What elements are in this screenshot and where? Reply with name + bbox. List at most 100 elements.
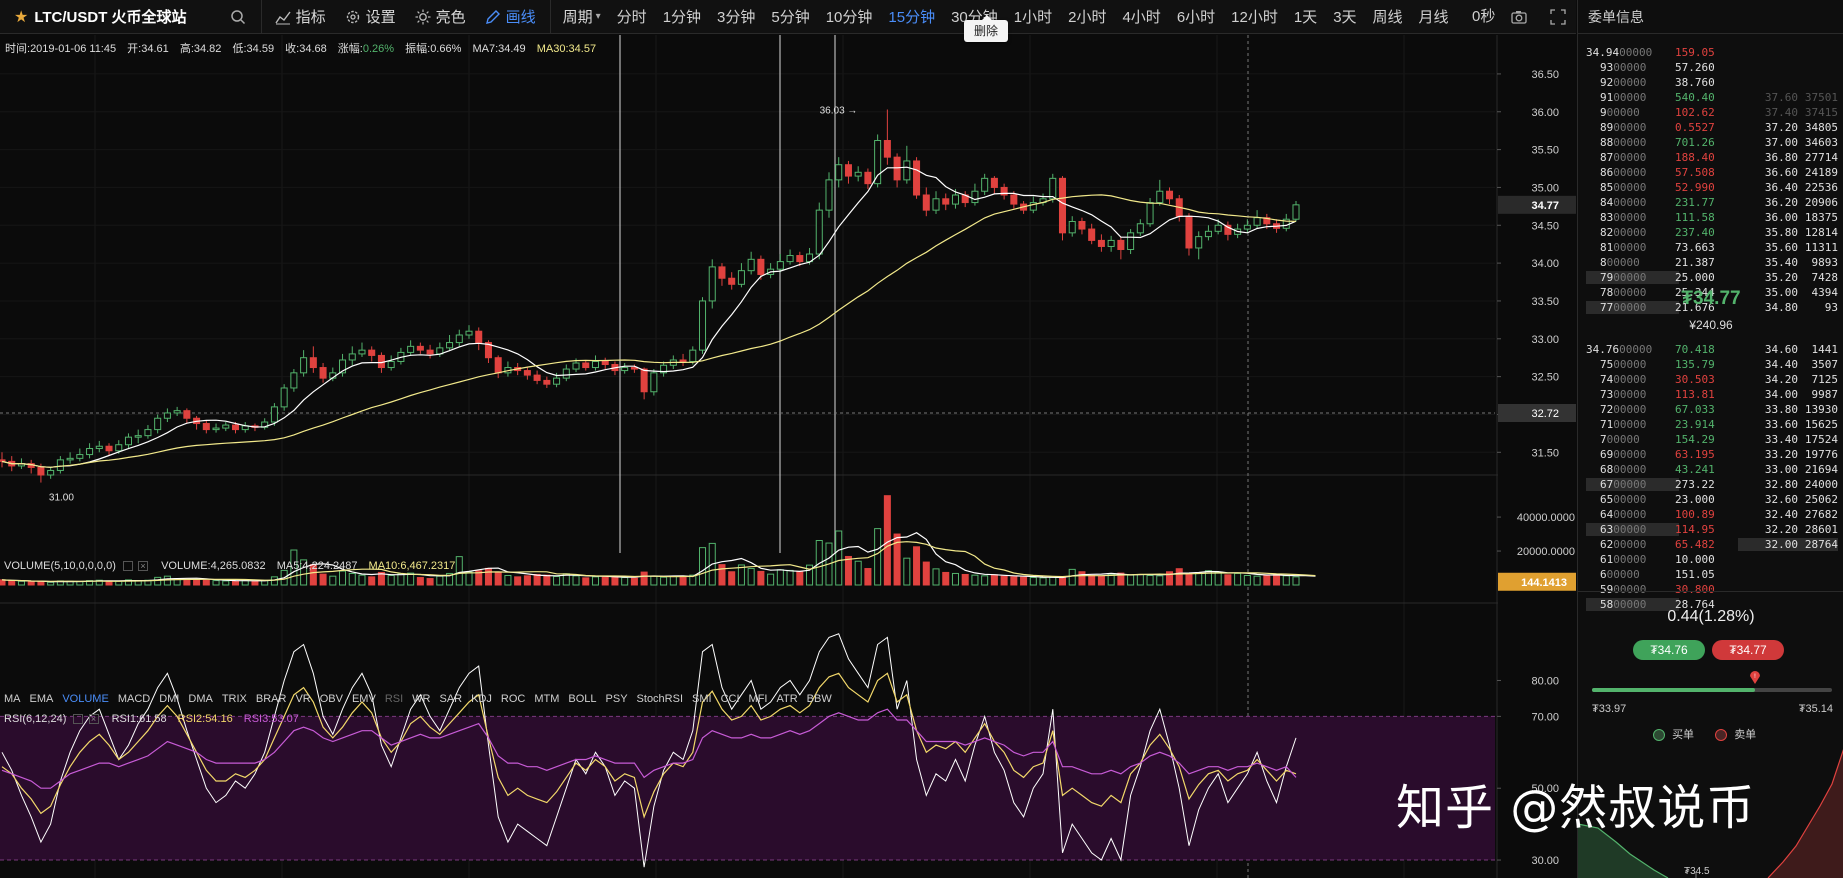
candle-body	[144, 429, 152, 437]
indicator-tab-bbw[interactable]: BBW	[807, 693, 832, 705]
candle-body	[134, 435, 142, 438]
orderbook-row[interactable]: 6500000 23.000 32.60 25062	[1578, 492, 1843, 507]
period-5[interactable]: 15分钟	[888, 6, 935, 27]
orderbook-row[interactable]: 8300000 111.58 36.00 18375	[1578, 210, 1843, 225]
orderbook-row[interactable]: 8600000 57.508 36.60 24189	[1578, 165, 1843, 180]
orderbook-row[interactable]: 7100000 23.914 33.60 15625	[1578, 417, 1843, 432]
orderbook-row[interactable]: 8400000 231.77 36.20 20906	[1578, 195, 1843, 210]
settings-label: 设置	[365, 9, 396, 26]
orderbook-row[interactable]: 7900000 25.000 35.20 7428	[1578, 270, 1843, 285]
indicator-tab-dmi[interactable]: DMI	[159, 693, 179, 705]
orderbook-row[interactable]: 6100000 10.000	[1578, 552, 1843, 567]
indicator-tab-emv[interactable]: EMV	[352, 693, 376, 705]
indicator-tab-ma[interactable]: MA	[4, 693, 21, 705]
star-icon[interactable]: ★	[14, 7, 28, 27]
sell-price-button[interactable]: ₮34.77	[1712, 640, 1784, 660]
settings-icon[interactable]	[122, 561, 133, 572]
buy-price-button[interactable]: ₮34.76	[1633, 640, 1705, 660]
orderbook-row[interactable]: 800000 21.387 35.40 9893	[1578, 255, 1843, 270]
indicator-tab-rsi[interactable]: RSI	[385, 693, 403, 705]
light-theme-button[interactable]: 亮色	[414, 0, 466, 34]
orderbook-row[interactable]: 8500000 52.990 36.40 22536	[1578, 180, 1843, 195]
settings-button[interactable]: 设置	[344, 0, 396, 34]
indicator-tab-brar[interactable]: BRAR	[256, 693, 287, 705]
fullscreen-icon[interactable]	[1549, 8, 1567, 26]
period-1[interactable]: 1分钟	[663, 6, 701, 27]
indicator-tab-atr[interactable]: ATR	[776, 693, 797, 705]
orderbook-row[interactable]: 5900000 30.800	[1578, 582, 1843, 597]
period-11[interactable]: 12小时	[1231, 6, 1278, 27]
indicator-tab-sar[interactable]: SAR	[439, 693, 462, 705]
candle-body	[407, 345, 415, 353]
orderbook-row[interactable]: 7400000 30.503 34.20 7125	[1578, 372, 1843, 387]
orderbook-row[interactable]: 6900000 63.195 33.20 19776	[1578, 447, 1843, 462]
orderbook-row[interactable]: 9300000 57.260	[1578, 60, 1843, 75]
volume-bar	[1214, 571, 1222, 586]
indicator-tab-cci[interactable]: CCI	[721, 693, 740, 705]
period-0[interactable]: 分时	[617, 6, 647, 27]
settings-icon[interactable]	[73, 714, 84, 725]
orderbook-row[interactable]: 9100000 540.40 37.60 37501	[1578, 90, 1843, 105]
cycle-dropdown[interactable]: 周期 ▾	[563, 0, 601, 34]
close-icon[interactable]: ×	[88, 714, 99, 725]
orderbook-row[interactable]: 600000 151.05	[1578, 567, 1843, 582]
price-tick: 33.00	[1531, 334, 1559, 346]
orderbook-row[interactable]: 6400000 100.89 32.40 27682	[1578, 507, 1843, 522]
indicator-tab-trix[interactable]: TRIX	[222, 693, 247, 705]
chart-area[interactable]: 36.03 → 31.00 36.50 36.00 35.50 35.00 34.50 34…	[0, 35, 1576, 878]
indicator-tab-mtm[interactable]: MTM	[534, 693, 559, 705]
orderbook-row[interactable]: 6700000 273.22 32.80 24000	[1578, 477, 1843, 492]
indicator-tab-volume[interactable]: VOLUME	[62, 693, 108, 705]
indicator-tab-macd[interactable]: MACD	[118, 693, 150, 705]
indicator-tab-roc[interactable]: ROC	[501, 693, 525, 705]
draw-line-button[interactable]: 画线	[484, 0, 536, 34]
indicator-tab-stochrsi[interactable]: StochRSI	[637, 693, 683, 705]
indicator-tab-kdj[interactable]: KDJ	[471, 693, 492, 705]
orderbook-row[interactable]: 34.7600000 70.418 34.60 1441	[1578, 342, 1843, 357]
period-15[interactable]: 月线	[1419, 6, 1449, 27]
orderbook-row[interactable]: 7500000 135.79 34.40 3507	[1578, 357, 1843, 372]
period-2[interactable]: 3分钟	[717, 6, 755, 27]
close-icon[interactable]: ×	[138, 561, 149, 572]
indicator-tab-obv[interactable]: OBV	[320, 693, 343, 705]
indicator-tab-smi[interactable]: SMI	[692, 693, 712, 705]
orderbook-row[interactable]: 34.9400000 159.05	[1578, 45, 1843, 60]
period-4[interactable]: 10分钟	[826, 6, 873, 27]
book-level-price: 34.00	[1764, 388, 1798, 401]
orderbook-row[interactable]: 7200000 67.033 33.80 13930	[1578, 402, 1843, 417]
indicator-tab-wr[interactable]: WR	[412, 693, 430, 705]
kline-svg[interactable]: 36.03 → 31.00 36.50 36.00 35.50 35.00 34.50 34…	[0, 35, 1576, 878]
pair-selector[interactable]: ★ LTC/USDT 火币全球站	[0, 0, 261, 34]
camera-icon[interactable]	[1510, 8, 1528, 26]
indicator-button[interactable]: 指标	[274, 0, 326, 34]
indicator-tab-psy[interactable]: PSY	[606, 693, 628, 705]
orderbook-row[interactable]: 8900000 0.5527 37.20 34805	[1578, 120, 1843, 135]
orderbook-row[interactable]: 8800000 701.26 37.00 34603	[1578, 135, 1843, 150]
orderbook-row[interactable]: 8100000 73.663 35.60 11311	[1578, 240, 1843, 255]
indicator-tab-mfi[interactable]: MFI	[749, 693, 768, 705]
period-12[interactable]: 1天	[1294, 6, 1317, 27]
indicator-tab-vr[interactable]: VR	[295, 693, 310, 705]
period-13[interactable]: 3天	[1333, 6, 1356, 27]
orderbook-row[interactable]: 900000 102.62 37.40 37415	[1578, 105, 1843, 120]
orderbook-row[interactable]: 6800000 43.241 33.00 21694	[1578, 462, 1843, 477]
period-3[interactable]: 5分钟	[771, 6, 809, 27]
orderbook-row[interactable]: 6300000 114.95 32.20 28601	[1578, 522, 1843, 537]
volume-bar	[504, 574, 512, 586]
orderbook-row[interactable]: 8200000 237.40 35.80 12814	[1578, 225, 1843, 240]
indicator-tab-ema[interactable]: EMA	[30, 693, 54, 705]
orderbook-row[interactable]: 6200000 65.482 32.00 28764	[1578, 537, 1843, 552]
period-9[interactable]: 4小时	[1122, 6, 1160, 27]
orderbook-row[interactable]: 8700000 188.40 36.80 27714	[1578, 150, 1843, 165]
orderbook-row[interactable]: 700000 154.29 33.40 17524	[1578, 432, 1843, 447]
book-price-suffix: 00000	[1613, 583, 1647, 596]
period-7[interactable]: 1小时	[1014, 6, 1052, 27]
indicator-tab-boll[interactable]: BOLL	[568, 693, 596, 705]
period-8[interactable]: 2小时	[1068, 6, 1106, 27]
search-icon[interactable]	[229, 8, 247, 26]
period-14[interactable]: 周线	[1373, 6, 1403, 27]
orderbook-row[interactable]: 7300000 113.81 34.00 9987	[1578, 387, 1843, 402]
period-10[interactable]: 6小时	[1177, 6, 1215, 27]
indicator-tab-dma[interactable]: DMA	[188, 693, 212, 705]
orderbook-row[interactable]: 9200000 38.760	[1578, 75, 1843, 90]
